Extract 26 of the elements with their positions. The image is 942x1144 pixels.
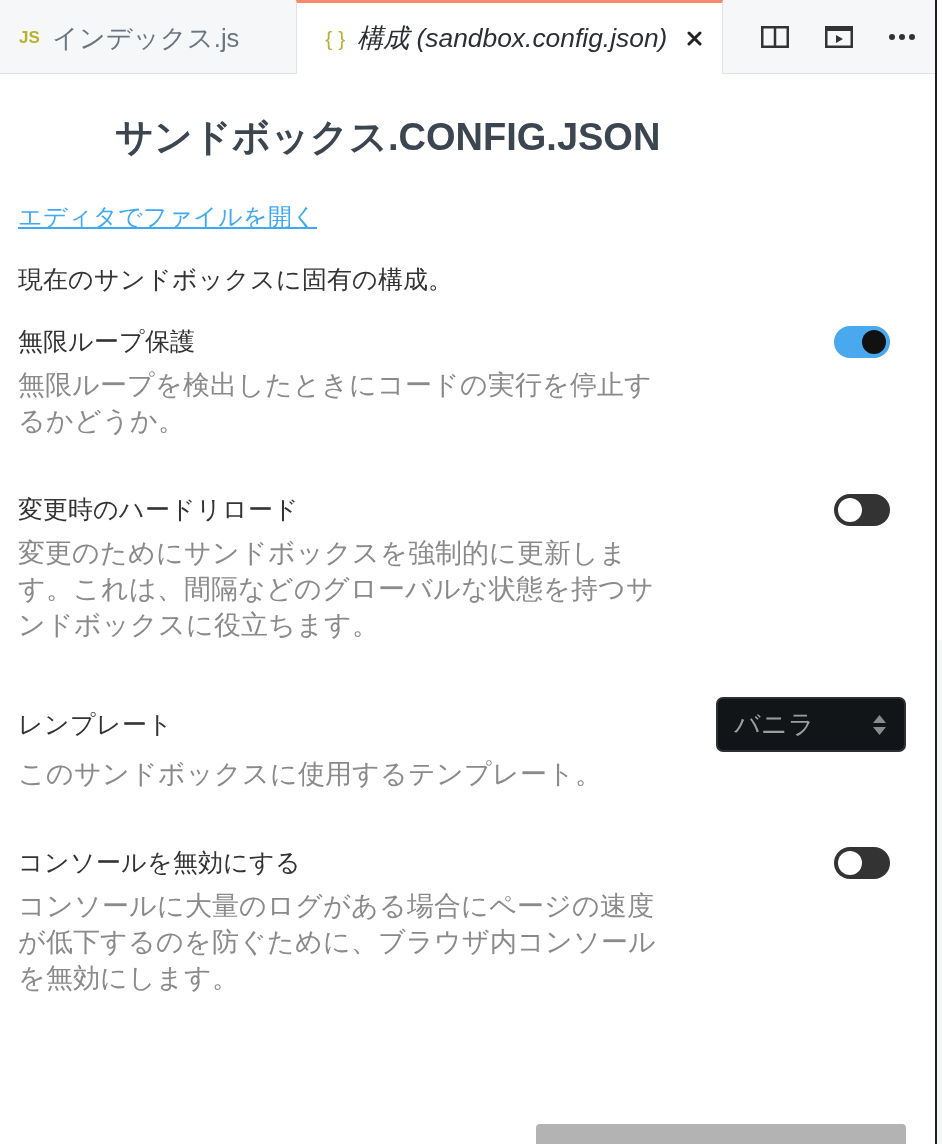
intro-text: 現在のサンドボックスに固有の構成。 [18, 264, 454, 295]
page-title: サンドボックス.CONFIG.JSON [115, 115, 662, 160]
close-button[interactable] [687, 31, 703, 46]
more-icon [889, 33, 915, 40]
preview-icon [825, 25, 853, 48]
setting-description: 無限ループを検出したときにコードの実行を停止するかどうか。 [18, 369, 653, 438]
setting-label: コンソールを無効にする [18, 848, 301, 878]
toggle-switch[interactable] [834, 326, 890, 358]
close-icon [687, 31, 703, 46]
columns-icon [761, 25, 789, 48]
toggle-switch[interactable] [834, 847, 890, 879]
split-editor-button[interactable] [761, 25, 789, 48]
setting-description: 変更のためにサンドボックスを強制的に更新します。これは、間隔などのグローバルな状態を持つサンドボックスに役立ちます。 [18, 537, 655, 642]
template-select[interactable]: バニラ [716, 697, 906, 752]
file-type-icon: JS [19, 28, 40, 48]
setting-label: 無限ループ保護 [18, 327, 195, 357]
up-down-caret-icon [873, 714, 886, 735]
setting-description: このサンドボックスに使用するテンプレート。 [18, 758, 603, 791]
more-button[interactable] [889, 33, 915, 40]
setting-description: コンソールに大量のログがある場合にページの速度が低下するのを防ぐために、ブラウザ内コンソールを無効にします。 [18, 890, 657, 995]
editor-tab[interactable]: { } 構成 (sandbox.config.json) [296, 0, 724, 74]
preview-button[interactable] [825, 25, 853, 48]
toggle-switch[interactable] [834, 494, 890, 526]
setting-label: 変更時のハードリロード [18, 495, 299, 525]
setting-label: レンプレート [18, 709, 173, 740]
file-type-icon: { } [325, 26, 346, 51]
